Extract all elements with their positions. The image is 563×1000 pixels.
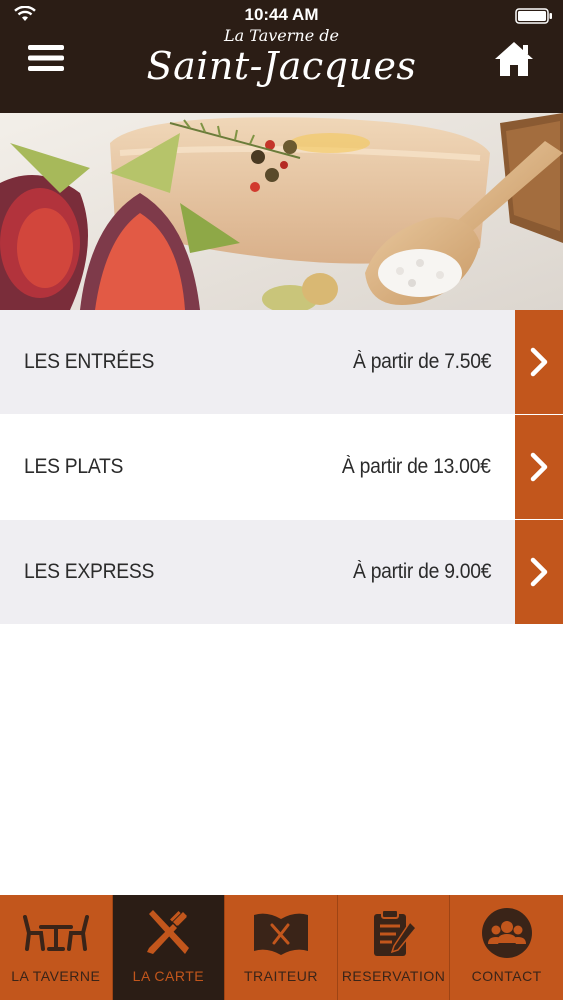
tab-label: TRAITEUR: [243, 968, 318, 984]
tab-label: CONTACT: [471, 968, 542, 984]
foie-gras-illustration: [0, 113, 563, 310]
clipboard-pen-icon: [373, 909, 417, 956]
row-arrow-button[interactable]: [515, 310, 563, 414]
tab-reservation[interactable]: RESERVATION: [338, 895, 451, 1000]
chevron-right-icon: [530, 347, 548, 377]
home-button[interactable]: [493, 40, 535, 78]
status-time: 10:44 AM: [244, 5, 319, 24]
bottom-tab-bar: LA TAVERNE LA CARTE TRAITEUR RESERVATION…: [0, 895, 563, 1000]
menu-row-plats[interactable]: LES PLATS À partir de 13.00€: [0, 415, 563, 520]
row-arrow-button[interactable]: [515, 415, 563, 519]
menu-row-name: LES EXPRESS: [24, 560, 155, 583]
menu-row-price: À partir de 13.00€: [342, 455, 491, 478]
home-icon: [495, 42, 533, 76]
menu-row-name: LES ENTRÉES: [24, 350, 155, 373]
tab-label: RESERVATION: [341, 968, 446, 984]
menu-category-list: LES ENTRÉES À partir de 7.50€ LES PLATS …: [0, 310, 563, 625]
tab-label: LA CARTE: [132, 968, 205, 984]
tab-label: LA TAVERNE: [11, 968, 101, 984]
logo-subtitle: La Taverne de: [224, 26, 339, 45]
battery-icon: [515, 8, 552, 24]
catering-book-icon: [253, 913, 308, 955]
fork-knife-icon: [147, 910, 190, 954]
menu-row-entrees[interactable]: LES ENTRÉES À partir de 7.50€: [0, 310, 563, 415]
app-header: 10:44 AM La Taverne de Saint-Jacques: [0, 0, 563, 113]
logo-title: Saint-Jacques: [146, 44, 417, 88]
row-arrow-button[interactable]: [515, 520, 563, 624]
chevron-right-icon: [530, 557, 548, 587]
menu-row-price: À partir de 7.50€: [352, 350, 491, 373]
table-chairs-icon: [22, 915, 89, 951]
menu-row-price: À partir de 9.00€: [352, 560, 491, 583]
menu-row-express[interactable]: LES EXPRESS À partir de 9.00€: [0, 520, 563, 625]
group-icon: [481, 908, 532, 958]
tab-la-carte[interactable]: LA CARTE: [112, 895, 226, 1000]
tab-traiteur[interactable]: TRAITEUR: [225, 895, 338, 1000]
tab-contact[interactable]: CONTACT: [450, 895, 563, 1000]
hero-food-image: [0, 113, 563, 310]
menu-row-name: LES PLATS: [24, 455, 124, 478]
chevron-right-icon: [530, 452, 548, 482]
tab-la-taverne[interactable]: LA TAVERNE: [0, 895, 113, 1000]
